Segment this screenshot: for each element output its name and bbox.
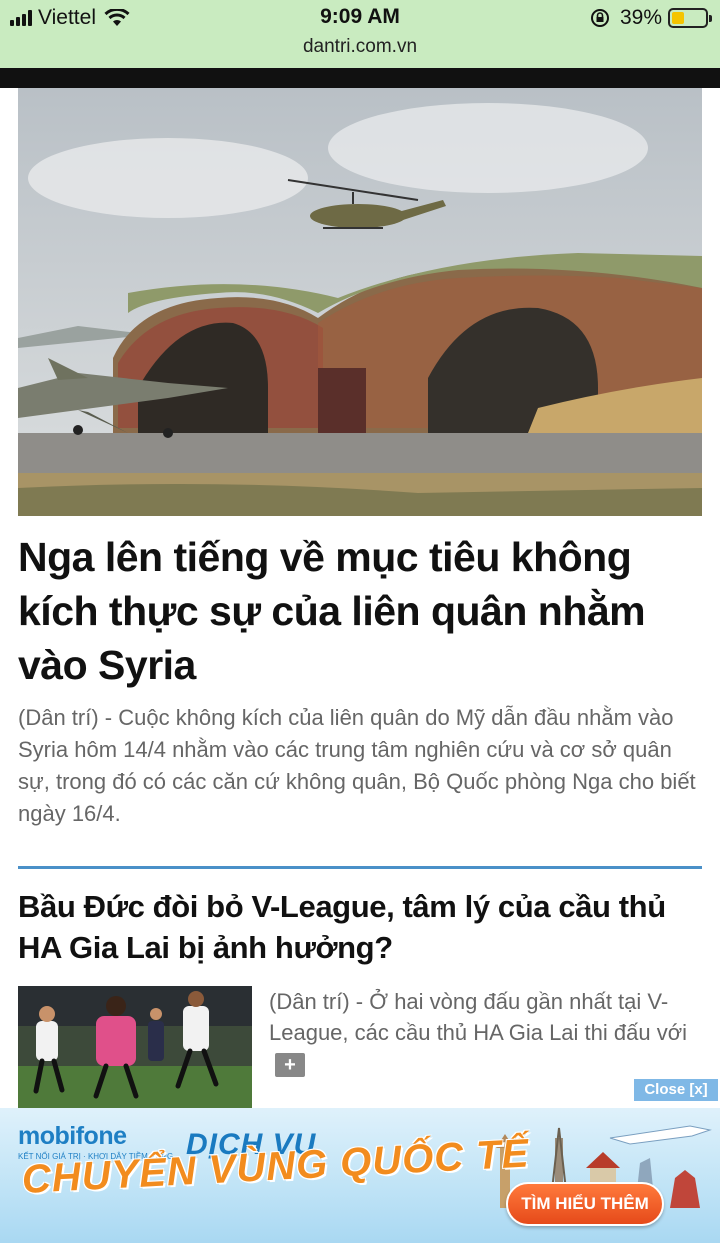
- ad-banner[interactable]: mobifone KẾT NỐI GIÁ TRỊ · KHƠI DẬY TIỀM…: [0, 1108, 720, 1243]
- article-summary: (Dân trí) - Cuộc không kích của liên quâ…: [18, 705, 696, 826]
- status-right: 39%: [590, 6, 712, 30]
- article-thumbnail[interactable]: [18, 986, 252, 1108]
- article-hero-image[interactable]: [18, 88, 702, 516]
- close-ad-button[interactable]: Close [x]: [634, 1079, 718, 1101]
- article-headline[interactable]: Nga lên tiếng về mục tiêu không kích thự…: [18, 530, 708, 692]
- mobifone-logo: mobifone: [18, 1122, 127, 1150]
- battery-icon: [668, 8, 712, 28]
- article-summary-secondary-text: (Dân trí) - Ở hai vòng đấu gần nhất tại …: [269, 989, 688, 1045]
- article-summary-secondary: (Dân trí) - Ở hai vòng đấu gần nhất tại …: [269, 986, 709, 1079]
- section-divider: [18, 866, 702, 869]
- ad-cta-button[interactable]: TÌM HIỂU THÊM: [506, 1182, 664, 1226]
- battery-percent: 39%: [619, 6, 662, 29]
- url-bar[interactable]: dantri.com.vn: [0, 36, 720, 58]
- rotation-lock-icon: [590, 9, 609, 27]
- read-more-button[interactable]: +: [275, 1053, 305, 1078]
- page-top-bar: [0, 68, 720, 88]
- article-headline-secondary[interactable]: Bầu Đức đòi bỏ V-League, tâm lý của cầu …: [18, 886, 708, 968]
- status-bar: Viettel 9:09 AM dantri.com.vn 39%: [0, 0, 720, 68]
